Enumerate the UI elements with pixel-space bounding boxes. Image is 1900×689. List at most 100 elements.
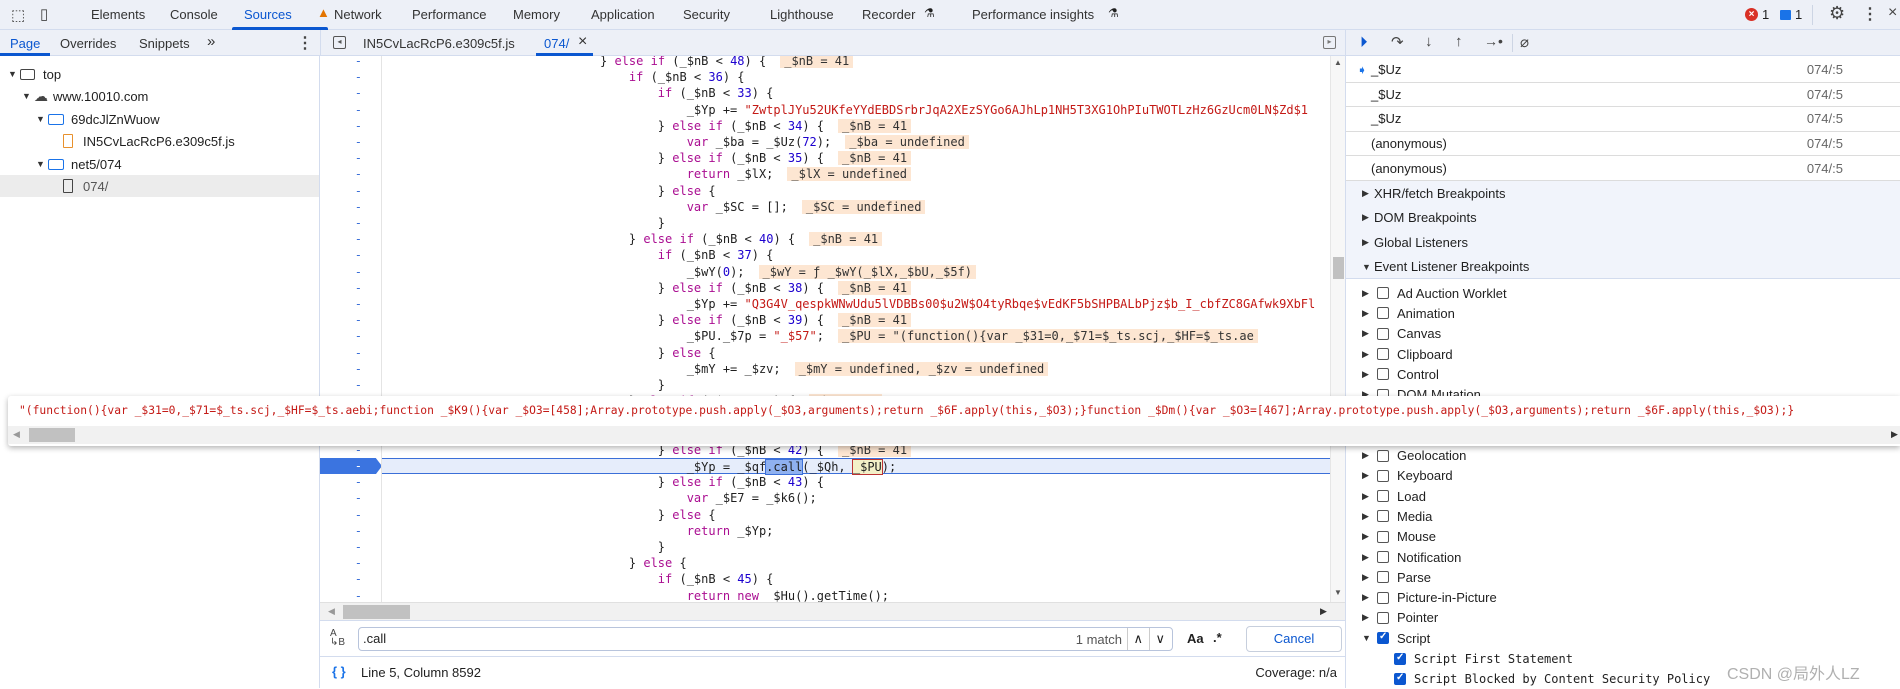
- tab-application[interactable]: Application: [591, 7, 655, 22]
- more-tabs-chevron-icon[interactable]: »: [207, 33, 215, 50]
- checkbox[interactable]: [1377, 551, 1389, 564]
- more-options-icon[interactable]: ⋮: [1862, 4, 1878, 24]
- code-line[interactable]: } else if (_$nB < 40) {_$nB = 41: [382, 231, 1330, 247]
- code-line[interactable]: } else {: [382, 183, 1330, 199]
- code-line[interactable]: } else if (_$nB < 48) {_$nB = 41: [382, 56, 1330, 69]
- settings-gear-icon[interactable]: ⚙: [1829, 3, 1845, 24]
- navigator-menu-icon[interactable]: ⋮: [297, 33, 313, 53]
- call-frame[interactable]: (anonymous) 074/:5: [1346, 156, 1900, 181]
- tab-sources[interactable]: Sources: [244, 7, 292, 22]
- step-icon[interactable]: →•: [1484, 33, 1503, 49]
- line-number[interactable]: -: [320, 102, 381, 118]
- event-category[interactable]: ▶ Notification: [1346, 547, 1900, 567]
- event-category[interactable]: ▶ Mouse: [1346, 527, 1900, 547]
- deactivate-breakpoints-icon[interactable]: ⌀: [1520, 33, 1529, 51]
- checkbox[interactable]: [1377, 571, 1389, 584]
- code-line[interactable]: var _$E7 = _$k6();: [382, 490, 1330, 506]
- event-category[interactable]: ▶ Control: [1346, 364, 1900, 384]
- scroll-left-arrow-icon[interactable]: ◀: [13, 429, 20, 440]
- line-number[interactable]: -: [320, 215, 381, 231]
- tree-item-domain[interactable]: ▼ ☁ www.10010.com: [0, 85, 319, 107]
- tab-overrides[interactable]: Overrides: [60, 36, 116, 51]
- line-number[interactable]: -: [320, 85, 381, 101]
- checkbox[interactable]: [1377, 287, 1389, 300]
- line-number[interactable]: -: [320, 539, 381, 555]
- line-number[interactable]: -: [320, 588, 381, 602]
- event-category[interactable]: ▼ Script: [1346, 628, 1900, 648]
- device-toolbar-icon[interactable]: ▯: [40, 5, 48, 23]
- replace-toggle-icon[interactable]: A ↳B: [330, 629, 345, 648]
- call-frame[interactable]: _$Uz 074/:5: [1346, 107, 1900, 132]
- scrollbar-thumb[interactable]: [29, 428, 75, 442]
- line-number[interactable]: -: [320, 134, 381, 150]
- event-category[interactable]: ▶ Ad Auction Worklet: [1346, 283, 1900, 303]
- event-category[interactable]: ▶ Geolocation: [1346, 445, 1900, 465]
- next-match-icon[interactable]: ∨: [1149, 628, 1170, 650]
- line-number[interactable]: -: [320, 118, 381, 134]
- code-line[interactable]: return _$Yp;: [382, 523, 1330, 539]
- line-number[interactable]: -: [320, 166, 381, 182]
- resume-icon[interactable]: ⏵: [1360, 34, 1368, 51]
- match-case-button[interactable]: Aa: [1187, 631, 1204, 646]
- section-header-global-listeners[interactable]: ▶ Global Listeners: [1346, 230, 1900, 255]
- line-number[interactable]: -: [320, 56, 381, 69]
- code-line[interactable]: _$Yp += "ZwtplJYu52UKfeYYdEBDSrbrJqA2XEz…: [382, 102, 1330, 118]
- message-count[interactable]: 1: [1795, 7, 1802, 22]
- line-number[interactable]: -: [320, 328, 381, 344]
- event-category[interactable]: ▶ Animation: [1346, 303, 1900, 323]
- code-line[interactable]: _$mY += _$zv; _$mY = undefined, _$zv = un…: [382, 361, 1330, 377]
- line-number[interactable]: -: [320, 571, 381, 587]
- line-number[interactable]: -: [320, 199, 381, 215]
- close-devtools-icon[interactable]: ×: [1888, 4, 1897, 22]
- checkbox[interactable]: [1377, 307, 1389, 320]
- line-number[interactable]: -: [320, 490, 381, 506]
- tab-snippets[interactable]: Snippets: [139, 36, 190, 51]
- line-number[interactable]: -: [320, 474, 381, 490]
- code-line[interactable]: if (_$nB < 37) {: [382, 247, 1330, 263]
- tab-network[interactable]: Network: [334, 7, 382, 22]
- code-line[interactable]: var _$SC = []; _$SC = undefined: [382, 199, 1330, 215]
- tree-item-folder[interactable]: ▼ net5/074: [0, 153, 319, 175]
- tab-page[interactable]: Page: [10, 36, 40, 51]
- code-line[interactable]: }: [382, 377, 1330, 393]
- inspect-element-icon[interactable]: ⬚: [11, 6, 25, 24]
- close-tab-icon[interactable]: ×: [578, 33, 587, 51]
- message-icon[interactable]: [1780, 10, 1791, 20]
- checkbox[interactable]: [1377, 490, 1389, 503]
- line-number[interactable]: -: [320, 69, 381, 85]
- checkbox[interactable]: [1377, 327, 1389, 340]
- code-line[interactable]: } else if (_$nB < 38) {_$nB = 41: [382, 280, 1330, 296]
- toggle-debugger-icon[interactable]: ▸: [1323, 36, 1336, 49]
- editor-vertical-scrollbar[interactable]: ▲ ▼: [1330, 56, 1345, 602]
- search-input[interactable]: .call 1 match ∧ ∨: [358, 627, 1173, 651]
- tree-item-top[interactable]: ▼ top: [0, 63, 319, 85]
- scroll-left-arrow-icon[interactable]: ◀: [328, 606, 335, 617]
- event-category[interactable]: ▶ Media: [1346, 506, 1900, 526]
- step-over-icon[interactable]: ↷: [1391, 33, 1404, 51]
- code-line[interactable]: _$wY(0); _$wY = ƒ _$wY(_$lX,_$bU,_$5f): [382, 264, 1330, 280]
- current-execution-line[interactable]: _$Yp = _$qf.call(_$Qh, _$PU);: [382, 458, 1330, 475]
- toggle-navigator-icon[interactable]: ◂: [333, 36, 346, 49]
- code-line[interactable]: _$PU._$7p = "_$57"; _$PU = "(function(){v…: [382, 328, 1330, 344]
- code-line[interactable]: } else {: [382, 555, 1330, 571]
- error-count[interactable]: 1: [1762, 7, 1769, 22]
- search-query[interactable]: .call: [363, 631, 386, 646]
- tree-item-074[interactable]: 074/: [0, 175, 319, 197]
- checkbox[interactable]: [1377, 611, 1389, 624]
- code-line[interactable]: }: [382, 539, 1330, 555]
- code-line[interactable]: } else if (_$nB < 34) {_$nB = 41: [382, 118, 1330, 134]
- checkbox[interactable]: [1377, 510, 1389, 523]
- section-header-xhr-fetch-breakpoints[interactable]: ▶ XHR/fetch Breakpoints: [1346, 181, 1900, 206]
- previous-match-icon[interactable]: ∧: [1127, 628, 1148, 650]
- tab-elements[interactable]: Elements: [91, 7, 145, 22]
- coverage-status[interactable]: Coverage: n/a: [1255, 665, 1337, 680]
- code-line[interactable]: if (_$nB < 45) {: [382, 571, 1330, 587]
- call-frame[interactable]: (anonymous) 074/:5: [1346, 132, 1900, 157]
- line-number[interactable]: -: [320, 361, 381, 377]
- editor-tab-074[interactable]: 074/: [544, 36, 569, 51]
- line-gutter[interactable]: ----------------------------------: [320, 56, 382, 602]
- code-editor[interactable]: } else if (_$nB < 48) {_$nB = 41 if (_$n…: [382, 56, 1330, 602]
- tree-item-js-file[interactable]: IN5CvLacRcP6.e309c5f.js: [0, 130, 319, 152]
- call-frame[interactable]: ➧ _$Uz 074/:5: [1346, 58, 1900, 83]
- line-number[interactable]: -: [320, 264, 381, 280]
